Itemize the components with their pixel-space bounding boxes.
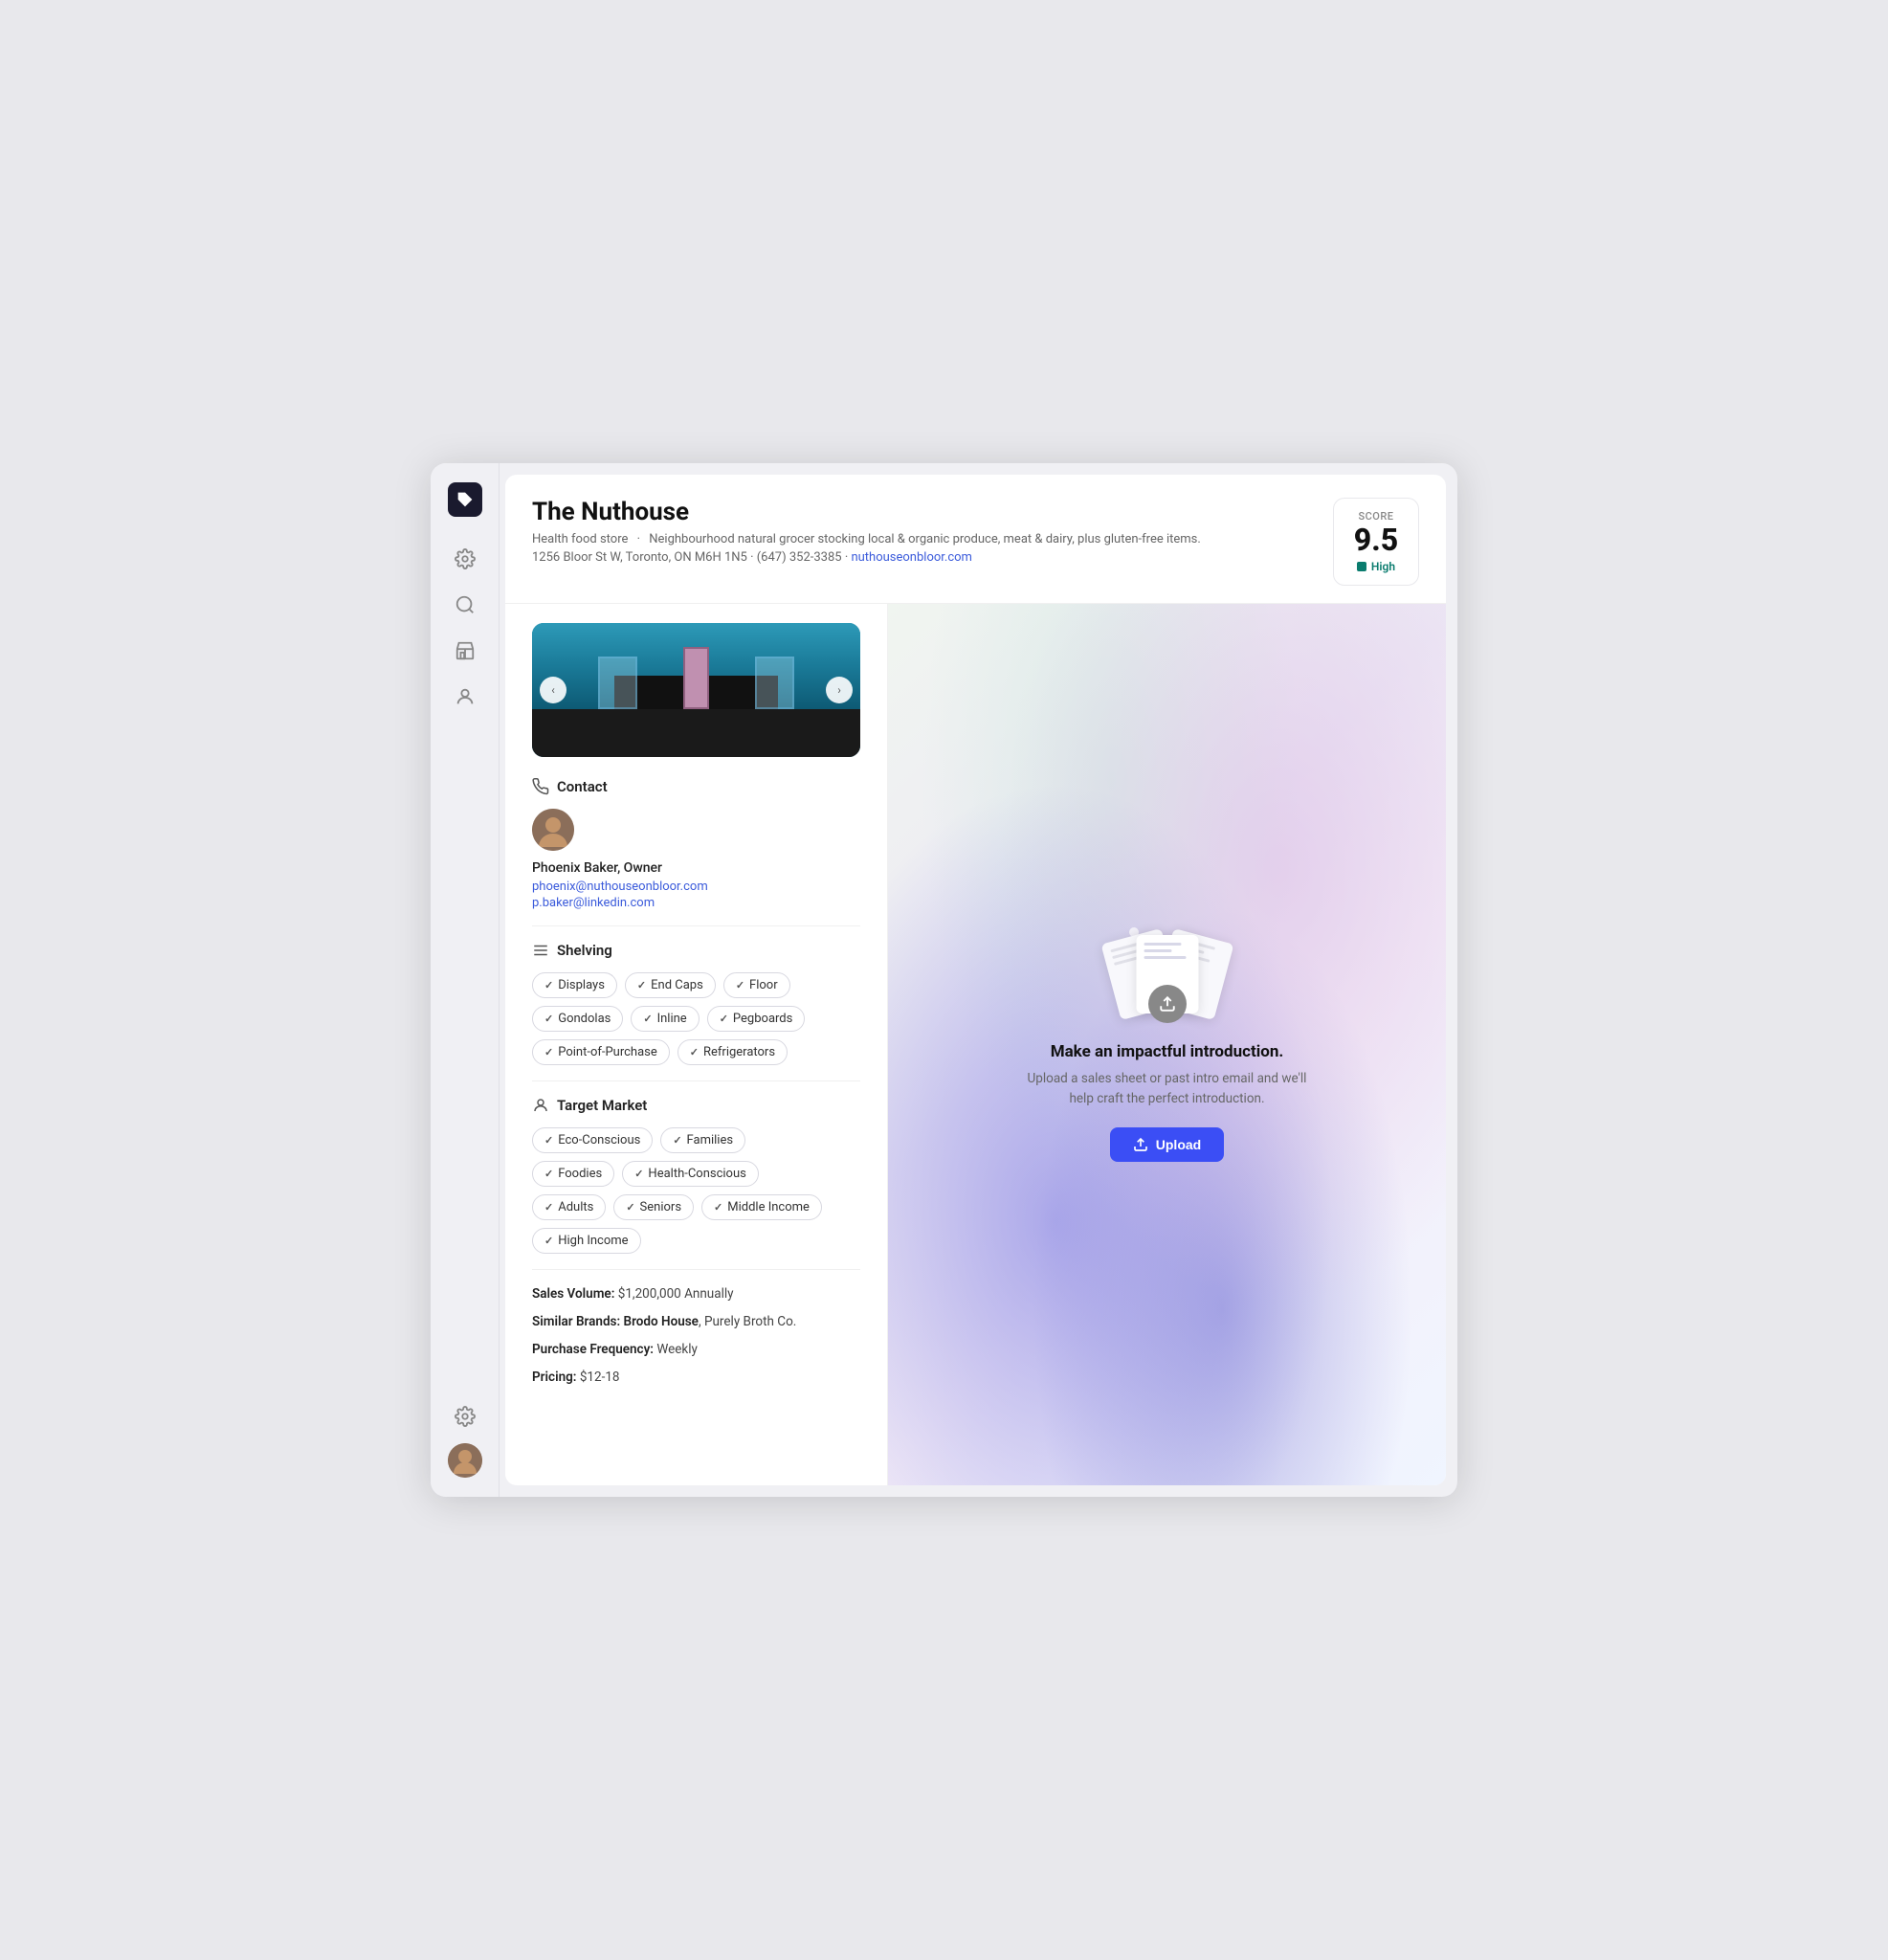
- shelving-tags-row-2: ✓Gondolas ✓Inline ✓Pegboards: [532, 1006, 860, 1032]
- tag-refrigerators: ✓Refrigerators: [677, 1039, 788, 1065]
- main-content: The Nuthouse Health food store · Neighbo…: [505, 475, 1446, 1485]
- upload-button[interactable]: Upload: [1110, 1127, 1224, 1162]
- user-avatar[interactable]: [448, 1443, 482, 1478]
- person-nav-icon[interactable]: [446, 678, 484, 716]
- tag-foodies: ✓Foodies: [532, 1161, 614, 1187]
- pricing-row: Pricing: $12-18: [532, 1369, 860, 1387]
- contact-avatar-image: [532, 809, 574, 851]
- purchase-freq-label: Purchase Frequency:: [532, 1342, 654, 1357]
- sales-volume-label: Sales Volume:: [532, 1286, 614, 1302]
- upload-button-icon: [1133, 1137, 1148, 1152]
- divider-2: [532, 1080, 860, 1081]
- target-market-section-title: Target Market: [532, 1097, 860, 1114]
- score-badge: Score 9.5 High: [1333, 498, 1419, 586]
- store-address: 1256 Bloor St W, Toronto, ON M6H 1N5 · (…: [532, 550, 1201, 565]
- store-photo: ‹ ›: [532, 623, 860, 757]
- tag-health-conscious: ✓Health-Conscious: [622, 1161, 759, 1187]
- upload-illustration: [1110, 927, 1225, 1023]
- website-text[interactable]: nuthouseonbloor.com: [851, 550, 972, 565]
- target-market-icon: [532, 1097, 549, 1114]
- shelving-icon: [532, 942, 549, 959]
- separator-dot: ·: [637, 532, 640, 546]
- tag-seniors: ✓Seniors: [613, 1194, 694, 1220]
- divider-3: [532, 1269, 860, 1270]
- contact-section-title: Contact: [532, 778, 860, 795]
- search-nav-icon[interactable]: [446, 586, 484, 624]
- phone-text: (647) 352-3385: [757, 550, 842, 565]
- contact-icon: [532, 778, 549, 795]
- tag-inline: ✓Inline: [631, 1006, 699, 1032]
- similar-brands-row: Similar Brands: Brodo House, Purely Brot…: [532, 1313, 860, 1331]
- store-header: The Nuthouse Health food store · Neighbo…: [505, 475, 1446, 604]
- purchase-freq-value: Weekly: [656, 1342, 698, 1357]
- sidebar: [431, 463, 500, 1497]
- target-tags-row-2: ✓Foodies ✓Health-Conscious: [532, 1161, 860, 1187]
- upload-card: Make an impactful introduction. Upload a…: [1014, 927, 1321, 1162]
- purchase-freq-row: Purchase Frequency: Weekly: [532, 1341, 860, 1359]
- tag-middle-income: ✓Middle Income: [701, 1194, 822, 1220]
- shelving-section-title: Shelving: [532, 942, 860, 959]
- store-description: Neighbourhood natural grocer stocking lo…: [649, 532, 1201, 546]
- bottom-settings-icon[interactable]: [446, 1397, 484, 1436]
- right-panel: Make an impactful introduction. Upload a…: [888, 604, 1446, 1485]
- score-level-text: High: [1371, 560, 1395, 573]
- settings-nav-icon[interactable]: [446, 540, 484, 578]
- sales-volume-row: Sales Volume: $1,200,000 Annually: [532, 1285, 860, 1303]
- score-level-indicator: [1357, 562, 1366, 571]
- upload-description: Upload a sales sheet or past intro email…: [1014, 1069, 1321, 1108]
- upload-title: Make an impactful introduction.: [1051, 1042, 1284, 1061]
- contact-avatar: [532, 809, 574, 851]
- tag-displays: ✓Displays: [532, 972, 617, 998]
- score-value: 9.5: [1351, 524, 1401, 555]
- contact-linkedin[interactable]: p.baker@linkedin.com: [532, 896, 860, 910]
- upload-button-label: Upload: [1156, 1137, 1201, 1152]
- body-split: ‹ › Contact Phoenix: [505, 604, 1446, 1485]
- tag-point-of-purchase: ✓Point-of-Purchase: [532, 1039, 670, 1065]
- target-market-title-text: Target Market: [557, 1097, 647, 1114]
- tag-end-caps: ✓End Caps: [625, 972, 716, 998]
- similar-brands-value2: Purely Broth Co.: [704, 1314, 796, 1329]
- sales-volume-value: $1,200,000 Annually: [618, 1286, 734, 1302]
- store-name: The Nuthouse: [532, 498, 1201, 526]
- tag-adults: ✓Adults: [532, 1194, 606, 1220]
- pricing-label: Pricing:: [532, 1370, 576, 1385]
- target-tags-row-1: ✓Eco-Conscious ✓Families: [532, 1127, 860, 1153]
- upload-circle-icon: [1148, 985, 1187, 1023]
- pricing-value: $12-18: [580, 1370, 620, 1385]
- contact-title-text: Contact: [557, 778, 608, 795]
- tag-pegboards: ✓Pegboards: [707, 1006, 806, 1032]
- store-nav-icon[interactable]: [446, 632, 484, 670]
- photo-prev-button[interactable]: ‹: [540, 677, 566, 703]
- similar-brands-value1: Brodo House: [624, 1314, 699, 1329]
- app-logo[interactable]: [448, 482, 482, 517]
- shelving-tags-row-3: ✓Point-of-Purchase ✓Refrigerators: [532, 1039, 860, 1065]
- target-tags-row-3: ✓Adults ✓Seniors ✓Middle Income: [532, 1194, 860, 1220]
- tag-high-income: ✓High Income: [532, 1228, 641, 1254]
- shelving-tags-row-1: ✓Displays ✓End Caps ✓Floor: [532, 972, 860, 998]
- store-image: [532, 623, 860, 757]
- tag-eco-conscious: ✓Eco-Conscious: [532, 1127, 653, 1153]
- store-type: Health food store: [532, 532, 628, 546]
- contact-name: Phoenix Baker, Owner: [532, 860, 860, 876]
- photo-next-button[interactable]: ›: [826, 677, 853, 703]
- divider-1: [532, 925, 860, 926]
- shelving-title-text: Shelving: [557, 942, 612, 959]
- store-meta: Health food store · Neighbourhood natura…: [532, 532, 1201, 546]
- store-info: The Nuthouse Health food store · Neighbo…: [532, 498, 1201, 565]
- tag-families: ✓Families: [660, 1127, 745, 1153]
- target-tags-row-4: ✓High Income: [532, 1228, 860, 1254]
- left-panel: ‹ › Contact Phoenix: [505, 604, 888, 1485]
- tag-floor: ✓Floor: [723, 972, 790, 998]
- tag-gondolas: ✓Gondolas: [532, 1006, 623, 1032]
- contact-email[interactable]: phoenix@nuthouseonbloor.com: [532, 880, 860, 894]
- similar-brands-label: Similar Brands:: [532, 1314, 620, 1329]
- address-text: 1256 Bloor St W, Toronto, ON M6H 1N5: [532, 550, 747, 565]
- score-level: High: [1351, 560, 1401, 573]
